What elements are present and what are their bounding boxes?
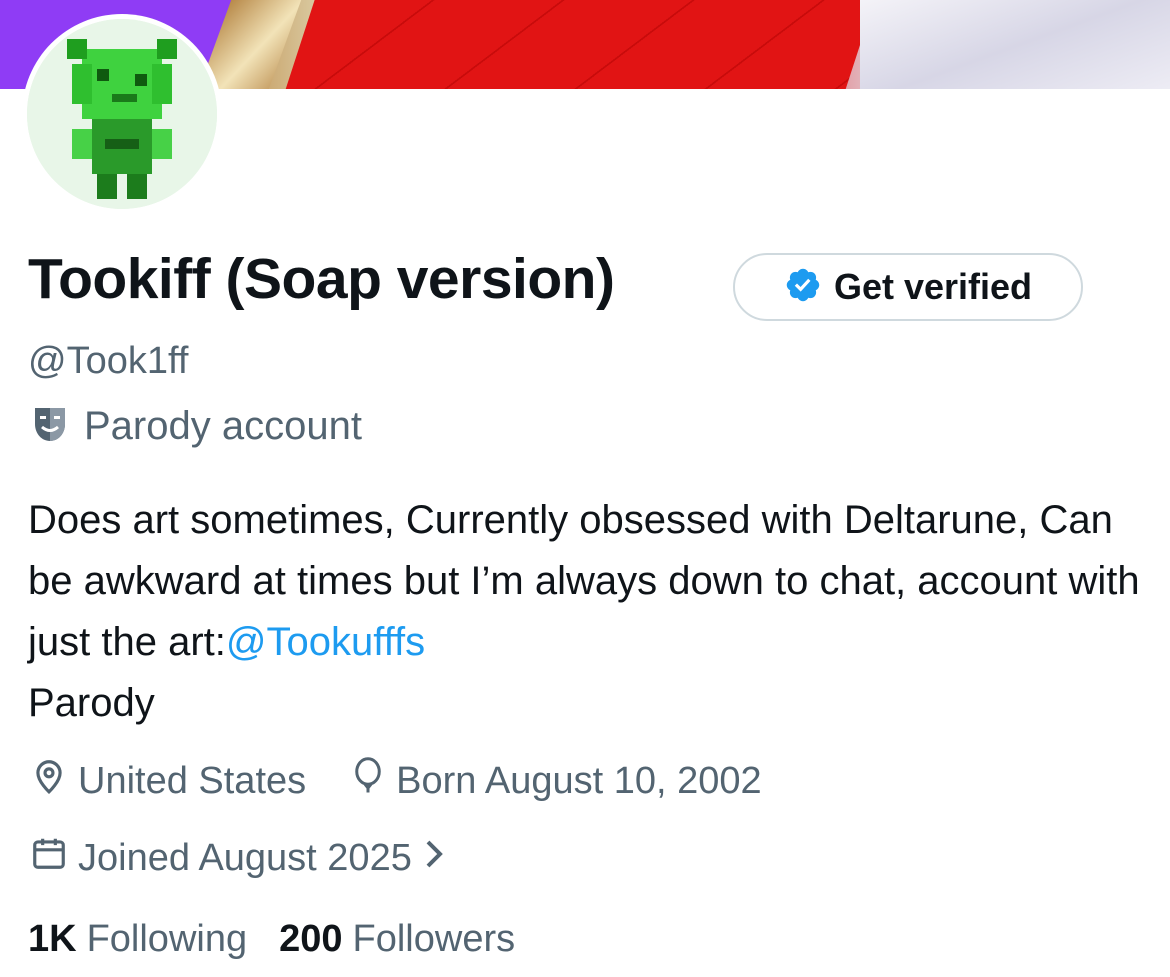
avatar-image: [27, 19, 217, 209]
parody-account-text: Parody account: [84, 404, 362, 448]
birthday-text: Born August 10, 2002: [396, 759, 762, 802]
verified-badge-icon: [784, 266, 822, 309]
joined-text: Joined August 2025: [78, 836, 412, 879]
following-count: 1K: [28, 918, 77, 960]
followers-label: Followers: [352, 918, 516, 960]
get-verified-button[interactable]: Get verified: [733, 253, 1083, 321]
location-pin-icon: [30, 756, 68, 806]
followers-count: 200: [279, 918, 343, 960]
get-verified-label: Get verified: [833, 266, 1033, 307]
theater-mask-icon: [32, 404, 68, 449]
balloon-icon: [350, 756, 386, 806]
profile-avatar[interactable]: [22, 14, 222, 214]
parody-account-label[interactable]: Parody account: [32, 404, 362, 449]
location-text: United States: [78, 759, 307, 802]
birthday-item: Born August 10, 2002: [350, 756, 762, 806]
banner-red-panel: [282, 0, 878, 89]
banner-silver-area: [860, 0, 1170, 89]
display-name-row: Tookiff (Soap version): [28, 246, 615, 312]
joined-row[interactable]: Joined August 2025: [30, 834, 446, 882]
following-label: Following: [86, 918, 248, 960]
profile-bio: Does art sometimes, Currently obsessed w…: [28, 490, 1148, 734]
followers-link[interactable]: 200 Followers: [279, 918, 515, 961]
bio-text: Does art sometimes, Currently obsessed w…: [28, 498, 1140, 664]
chevron-right-icon: [422, 837, 446, 880]
profile-meta-row: United States Born August 10, 2002: [30, 756, 762, 806]
display-name: Tookiff (Soap version): [28, 247, 615, 311]
follow-stats: 1K Following 200 Followers: [28, 918, 515, 961]
location-item: United States: [30, 756, 306, 806]
following-link[interactable]: 1K Following: [28, 918, 247, 961]
profile-handle: @Took1ff: [28, 340, 189, 382]
calendar-icon: [30, 834, 68, 882]
joined-item[interactable]: Joined August 2025: [30, 834, 446, 882]
bio-tail-text: Parody: [28, 681, 155, 725]
bio-mention-link[interactable]: @Tookufffs: [226, 620, 425, 664]
